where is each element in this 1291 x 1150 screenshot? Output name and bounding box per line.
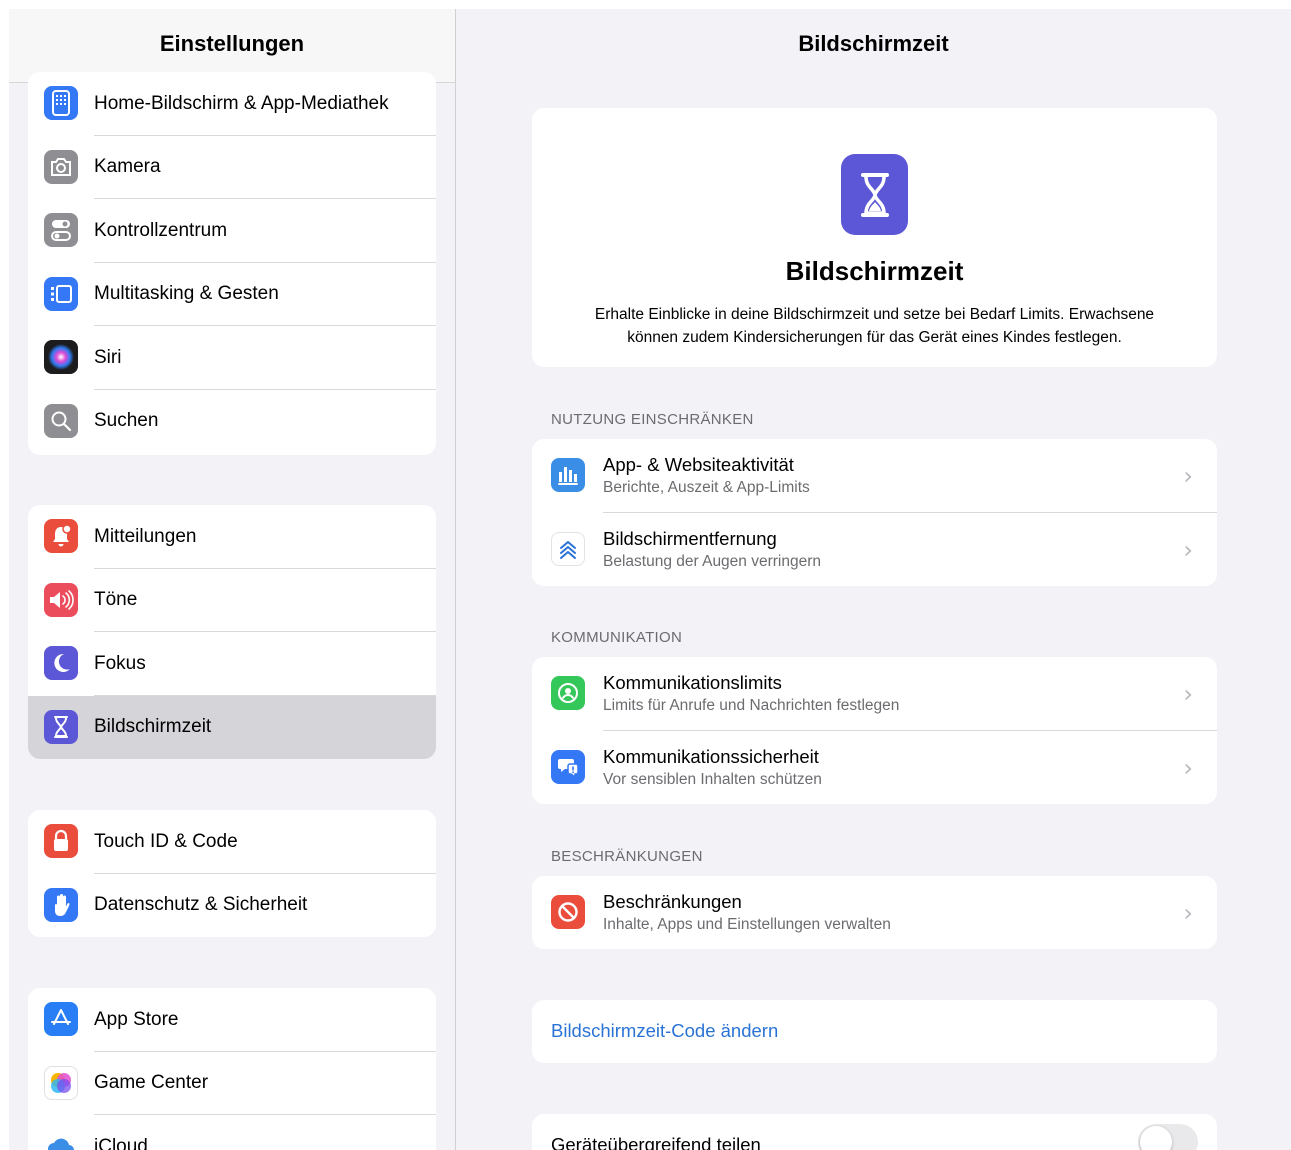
sidebar-item-label: Fokus [94,652,146,674]
row-subtitle: Inhalte, Apps und Einstellungen verwalte… [603,916,891,933]
sidebar-item-multitasking[interactable]: Multitasking & Gesten [28,263,436,326]
share-across-devices-label: Geräteübergreifend teilen [551,1134,761,1150]
hero-card: Bildschirmzeit Erhalte Einblicke in dein… [532,108,1217,367]
sidebar-item-label: Touch ID & Code [94,830,238,852]
multitasking-icon [44,276,78,311]
communication-card: Kommunikationslimits Limits für Anrufe u… [532,657,1217,804]
sidebar-item-label: App Store [94,1008,179,1030]
chevron-right-icon: › [1183,535,1193,564]
chevron-right-icon: › [1183,680,1193,708]
code-card: Bildschirmzeit-Code ändern [532,1000,1217,1063]
settings-group-notifications: Mitteilungen Töne Fokus Bildschirmzeit [28,505,436,759]
row-title: Beschränkungen [603,891,742,912]
row-title: Kommunikationssicherheit [603,745,819,767]
icloud-icon [44,1129,78,1150]
camera-icon [44,149,78,184]
restrictions-card: Beschränkungen Inhalte, Apps und Einstel… [532,876,1217,949]
settings-group-security: Touch ID & Code Datenschutz & Sicherheit [28,810,436,937]
chevron-right-icon: › [1183,899,1193,927]
row-subtitle: Limits für Anrufe und Nachrichten festle… [603,697,900,714]
row-subtitle: Belastung der Augen verringern [603,552,822,570]
sidebar-item-label: Kamera [94,156,161,178]
sidebar-item-app-store[interactable]: App Store [28,988,436,1052]
sidebar-item-icloud[interactable]: iCloud [28,1115,436,1150]
sidebar: Einstellungen Home-Bildschirm & App-Medi… [9,9,455,1150]
hero-description: Erhalte Einblicke in deine Bildschirmzei… [594,306,1155,346]
settings-group-services: App Store Game Center iCloud [28,988,436,1150]
control-center-icon [44,213,78,247]
search-icon [44,403,78,438]
communication-limits-icon [551,676,585,710]
sidebar-item-notifications[interactable]: Mitteilungen [28,505,436,569]
row-communication-safety[interactable]: Kommunikationssicherheit Vor sensiblen I… [532,731,1217,805]
app-store-icon [44,1002,78,1036]
chevron-right-icon: › [1183,462,1193,490]
row-subtitle: Berichte, Auszeit & App-Limits [603,479,810,496]
sidebar-item-label: iCloud [94,1135,148,1150]
hand-icon [44,887,78,922]
share-across-devices-toggle[interactable] [1138,1124,1198,1150]
sidebar-item-label: Töne [94,589,138,611]
sidebar-item-label: Siri [94,346,122,368]
row-title: Kommunikationslimits [603,672,782,693]
share-card: Geräteübergreifend teilen [532,1114,1217,1150]
hourglass-icon [44,709,78,744]
sidebar-item-privacy[interactable]: Datenschutz & Sicherheit [28,874,436,938]
section-header-communication: KOMMUNIKATION [551,629,683,646]
row-app-website-activity[interactable]: App- & Websiteaktivität Berichte, Auszei… [532,439,1217,513]
sidebar-item-search[interactable]: Suchen [28,390,436,454]
sidebar-item-label: Mitteilungen [94,525,197,547]
sidebar-item-camera[interactable]: Kamera [28,136,436,199]
sidebar-item-label: Suchen [94,410,159,432]
sidebar-item-touch-id[interactable]: Touch ID & Code [28,810,436,874]
sidebar-title: Einstellungen [159,31,305,56]
lock-icon [44,824,78,858]
detail-pane: Bildschirmzeit Bildschirmzeit Erhalte Ei… [456,9,1291,1150]
hourglass-icon [841,154,908,235]
toggle-knob [1140,1126,1172,1150]
sidebar-item-label: Multitasking & Gesten [94,283,279,305]
settings-group-general: Home-Bildschirm & App-Mediathek Kamera K… [28,72,436,455]
page-title: Bildschirmzeit [798,31,949,56]
sidebar-item-siri[interactable]: Siri [28,326,436,390]
screen-distance-icon [551,531,585,566]
chevron-right-icon: › [1183,753,1193,782]
game-center-icon [44,1065,78,1100]
section-header-usage: NUTZUNG EINSCHRÄNKEN [551,411,754,428]
row-subtitle: Vor sensiblen Inhalten schützen [603,770,822,788]
restrictions-icon [551,895,585,929]
sidebar-item-game-center[interactable]: Game Center [28,1052,436,1115]
change-screen-time-code-link[interactable]: Bildschirmzeit-Code ändern [551,1020,778,1042]
row-restrictions[interactable]: Beschränkungen Inhalte, Apps und Einstel… [532,876,1217,949]
sidebar-item-label: Bildschirmzeit [94,716,212,738]
notifications-icon [44,519,78,553]
section-header-restrictions: BESCHRÄNKUNGEN [551,848,703,865]
usage-card: App- & Websiteaktivität Berichte, Auszei… [532,439,1217,586]
row-screen-distance[interactable]: Bildschirmentfernung Belastung der Augen… [532,513,1217,587]
communication-safety-icon [551,749,585,784]
row-title: App- & Websiteaktivität [603,454,794,475]
sidebar-item-sounds[interactable]: Töne [28,569,436,632]
sidebar-item-label: Kontrollzentrum [94,219,228,241]
sounds-icon [44,582,78,617]
sidebar-item-focus[interactable]: Fokus [28,632,436,696]
hero-title: Bildschirmzeit [785,256,964,286]
sidebar-item-label: Home-Bildschirm & App-Mediathek [94,92,389,114]
sidebar-item-control-center[interactable]: Kontrollzentrum [28,199,436,263]
sidebar-item-label: Datenschutz & Sicherheit [94,894,308,916]
home-screen-icon [44,86,78,120]
activity-chart-icon [551,458,585,492]
sidebar-item-label: Game Center [94,1072,209,1094]
sidebar-item-screen-time[interactable]: Bildschirmzeit [28,695,436,759]
focus-moon-icon [44,646,78,680]
siri-icon [44,340,78,374]
sidebar-item-home-screen[interactable]: Home-Bildschirm & App-Mediathek [28,72,436,136]
row-communication-limits[interactable]: Kommunikationslimits Limits für Anrufe u… [532,657,1217,731]
row-title: Bildschirmentfernung [603,527,777,549]
